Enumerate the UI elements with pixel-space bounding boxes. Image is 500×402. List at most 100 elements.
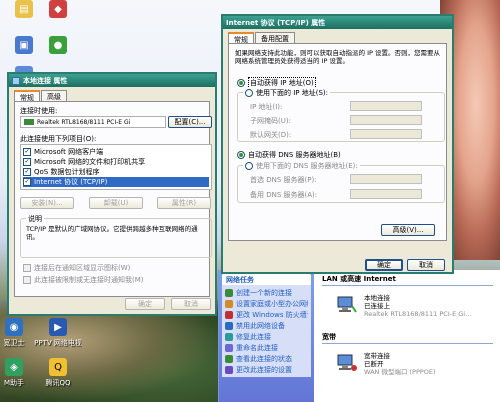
lan-section-header: LAN 或高速 Internet xyxy=(322,274,493,286)
network-icon: ▣ xyxy=(15,36,33,54)
preferred-dns-label: 首选 DNS 服务器(P): xyxy=(250,176,317,184)
gateway-label: 默认网关(D): xyxy=(250,131,292,139)
status-icon xyxy=(225,354,233,363)
notify-checkbox[interactable] xyxy=(23,276,31,284)
description-group: 说明 TCP/IP 是默认的广域网协议。它提供跨越多种互联网络的通讯。 xyxy=(20,214,212,258)
subnet-mask-field[interactable] xyxy=(350,115,422,125)
task-change-settings[interactable]: 更改此连接的设置 xyxy=(225,364,308,375)
preferred-dns-field[interactable] xyxy=(350,174,422,184)
broadband-connection-icon xyxy=(336,352,358,374)
component-item[interactable]: ✓ Microsoft 网络的文件和打印机共享 xyxy=(23,157,209,167)
desktop-icon-qq[interactable]: Q 腾讯QQ xyxy=(34,358,82,388)
firewall-icon xyxy=(225,310,233,319)
adapter-icon xyxy=(24,119,34,125)
lan-properties-tabs: 常规 高级 xyxy=(9,87,215,102)
task-setup-home-network[interactable]: 设置家庭或小型办公网络 xyxy=(225,298,308,309)
notify-option[interactable]: 此连接被限制或无连接时通知我(M) xyxy=(23,275,144,285)
new-connection-icon xyxy=(225,288,233,297)
tab-advanced[interactable]: 高级 xyxy=(41,90,67,101)
tcpip-title: Internet 协议 (TCP/IP) 属性 xyxy=(226,18,326,27)
rename-icon xyxy=(225,343,233,352)
lan-properties-titlebar[interactable]: 本地连接 属性 xyxy=(9,74,215,87)
properties-button[interactable]: 属性(R) xyxy=(157,197,211,209)
lan-properties-dialog: 本地连接 属性 常规 高级 连接时使用: Realtek RTL8168/811… xyxy=(7,72,217,316)
component-checkbox[interactable]: ✓ xyxy=(23,148,31,156)
tcpip-cancel-button[interactable]: 取消 xyxy=(407,259,445,271)
lan-properties-panel: 连接时使用: Realtek RTL8168/8111 PCI-E Gi 配置(… xyxy=(14,101,212,297)
folder-icon: ▤ xyxy=(15,0,33,18)
component-item[interactable]: ✓ QoS 数据包计划程序 xyxy=(23,167,209,177)
qq-icon: Q xyxy=(49,358,67,376)
adapter-name: Realtek RTL8168/8111 PCI-E Gi xyxy=(37,118,131,126)
component-item-selected[interactable]: ✓ Internet 协议 (TCP/IP) xyxy=(23,177,209,187)
desktop-icon-pptv[interactable]: ▶ PPTV 网络电视 xyxy=(34,318,82,348)
task-repair-connection[interactable]: 修复此连接 xyxy=(225,331,308,342)
subnet-mask-label: 子网掩码(U): xyxy=(250,117,291,125)
app-icon: ◆ xyxy=(49,0,67,18)
desktop-icon-7[interactable]: ◉ 宽卫士 xyxy=(0,318,38,348)
lan-connection-item[interactable]: 本地连接 已连接上 Realtek RTL8168/8111 PCI-E Gi.… xyxy=(336,294,471,318)
broadband-connection-device: WAN 微型端口 (PPPOE) xyxy=(364,368,436,376)
lan-ok-button[interactable]: 确定 xyxy=(125,298,165,310)
network-icon xyxy=(12,76,20,85)
tab-alternate-config[interactable]: 备用配置 xyxy=(255,32,295,43)
lan-connection-name: 本地连接 xyxy=(364,294,390,302)
items-label: 此连接使用下列项目(O): xyxy=(20,135,97,143)
network-tasks-list: 创建一个新的连接 设置家庭或小型办公网络 更改 Windows 防火墙设置 禁用… xyxy=(222,285,311,377)
uninstall-button[interactable]: 卸载(U) xyxy=(89,197,143,209)
component-item[interactable]: ✓ Microsoft 网络客户端 xyxy=(23,147,209,157)
ip-address-field[interactable] xyxy=(350,101,422,111)
gateway-field[interactable] xyxy=(350,129,422,139)
auto-dns-option[interactable]: 自动获得 DNS 服务器地址(B) xyxy=(237,150,341,160)
ip-address-label: IP 地址(I): xyxy=(250,103,283,111)
tcpip-titlebar[interactable]: Internet 协议 (TCP/IP) 属性 xyxy=(223,16,452,29)
tcpip-intro-text: 如果网络支持此功能，则可以获取自动指派的 IP 设置。否则，您需要从网络系统管理… xyxy=(235,49,440,65)
components-list: ✓ Microsoft 网络客户端 ✓ Microsoft 网络的文件和打印机共享 … xyxy=(20,144,212,190)
auto-ip-radio[interactable] xyxy=(237,79,245,87)
description-title: 说明 xyxy=(26,214,44,224)
install-button[interactable]: 安装(N)... xyxy=(20,197,74,209)
component-checkbox[interactable]: ✓ xyxy=(23,168,31,176)
manual-dns-option[interactable]: 使用下面的 DNS 服务器地址(E): xyxy=(243,161,360,171)
alternate-dns-field[interactable] xyxy=(350,189,422,199)
task-disable-device[interactable]: 禁用此网络设备 xyxy=(225,320,308,331)
task-firewall-settings[interactable]: 更改 Windows 防火墙设置 xyxy=(225,309,308,320)
repair-icon xyxy=(225,332,233,341)
app-icon: ◉ xyxy=(5,318,23,336)
app-icon: ◈ xyxy=(5,358,23,376)
tab-general[interactable]: 常规 xyxy=(14,90,40,102)
manual-ip-radio[interactable] xyxy=(245,89,253,97)
configure-button[interactable]: 配置(C)... xyxy=(168,116,212,128)
component-checkbox[interactable]: ✓ xyxy=(23,158,31,166)
lan-properties-title: 本地连接 属性 xyxy=(23,76,68,85)
network-tasks-pane: 网络任务 创建一个新的连接 设置家庭或小型办公网络 更改 Windows 防火墙… xyxy=(219,270,314,402)
app-icon: ● xyxy=(49,36,67,54)
lan-cancel-button[interactable]: 取消 xyxy=(171,298,211,310)
broadband-connection-status: 已断开 xyxy=(364,360,384,368)
manual-ip-group: 使用下面的 IP 地址(S): IP 地址(I): 子网掩码(U): 默认网关(… xyxy=(237,88,445,142)
tcpip-panel: 如果网络支持此功能，则可以获取自动指派的 IP 设置。否则，您需要从网络系统管理… xyxy=(228,43,447,241)
auto-dns-radio[interactable] xyxy=(237,151,245,159)
desktop-icon-2[interactable]: ◆ xyxy=(34,0,82,20)
network-connections-window: 网络任务 创建一个新的连接 设置家庭或小型办公网络 更改 Windows 防火墙… xyxy=(218,270,500,402)
task-create-connection[interactable]: 创建一个新的连接 xyxy=(225,287,308,298)
tab-general[interactable]: 常规 xyxy=(228,32,254,44)
task-rename-connection[interactable]: 重命名此连接 xyxy=(225,342,308,353)
adapter-field: Realtek RTL8168/8111 PCI-E Gi xyxy=(20,116,166,128)
show-icon-option[interactable]: 连接后在通知区域显示图标(W) xyxy=(23,263,130,273)
broadband-connection-name: 宽带连接 xyxy=(364,352,390,360)
desktop-icon-4[interactable]: ● xyxy=(34,36,82,56)
manual-ip-option[interactable]: 使用下面的 IP 地址(S): xyxy=(243,88,330,98)
task-view-status[interactable]: 查看此连接的状态 xyxy=(225,353,308,364)
desktop-icon-9[interactable]: ◈ M助手 xyxy=(0,358,38,388)
connect-using-label: 连接时使用: xyxy=(20,107,58,115)
advanced-button[interactable]: 高级(V)... xyxy=(381,224,435,236)
tcpip-properties-dialog: Internet 协议 (TCP/IP) 属性 常规 备用配置 如果网络支持此功… xyxy=(221,14,454,274)
manual-dns-radio[interactable] xyxy=(245,162,253,170)
settings-icon xyxy=(225,365,233,374)
pptv-icon: ▶ xyxy=(49,318,67,336)
tcpip-ok-button[interactable]: 确定 xyxy=(365,259,403,271)
component-checkbox[interactable]: ✓ xyxy=(23,178,31,186)
show-icon-checkbox[interactable] xyxy=(23,264,31,272)
broadband-connection-item[interactable]: 宽带连接 已断开 WAN 微型端口 (PPPOE) xyxy=(336,352,436,376)
